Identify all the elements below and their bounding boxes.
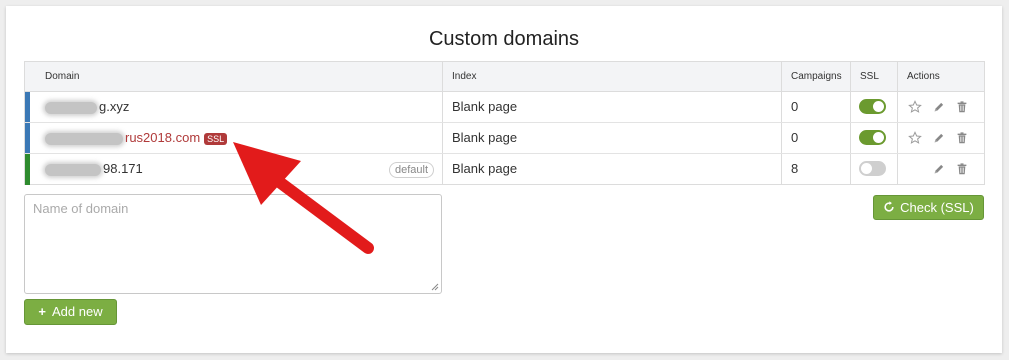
check-ssl-button[interactable]: Check (SSL) [873,195,984,220]
plus-icon: + [38,304,46,319]
page-title: Custom domains [428,28,580,50]
check-ssl-label: Check (SSL) [900,200,974,215]
ssl-toggle[interactable] [859,130,886,145]
redacted-domain-prefix [45,132,123,145]
column-header-campaigns: Campaigns [791,71,842,82]
row-status-bar [25,92,30,122]
trash-icon[interactable] [955,162,969,176]
domain-name[interactable]: 98.171 [103,161,143,176]
redacted-domain-prefix [45,101,97,114]
column-header-ssl: SSL [860,71,879,82]
index-cell: Blank page [452,99,518,114]
pencil-icon[interactable] [932,131,946,145]
table-row[interactable]: g.xyz Blank page 0 [25,92,984,123]
ssl-badge: SSL [204,132,228,145]
domain-name[interactable]: g.xyz [99,99,129,114]
annotation-arrow-icon [233,142,374,254]
add-new-button[interactable]: + Add new [24,299,117,325]
toggle-knob [873,101,884,112]
table-header: Domain Index Campaigns SSL Actions [25,62,984,92]
campaigns-cell: 0 [791,130,799,145]
refresh-icon [884,201,894,212]
row-status-bar [25,154,30,185]
table-row[interactable]: rus2018.com SSL Blank page 0 [25,123,984,154]
campaigns-cell: 0 [791,99,799,114]
star-icon[interactable] [908,131,922,145]
domain-name-placeholder: Name of domain [33,201,129,216]
index-cell: Blank page [452,161,518,176]
star-icon[interactable] [908,100,922,114]
toggle-knob [873,132,884,143]
domains-table: Domain Index Campaigns SSL Actions g.xyz… [24,61,985,185]
trash-icon[interactable] [955,131,969,145]
default-badge: default [388,162,434,178]
redacted-domain-prefix [45,163,101,176]
table-row[interactable]: 98.171 default Blank page 8 [25,154,984,185]
pencil-icon[interactable] [932,100,946,114]
toggle-knob [861,163,872,174]
add-new-label: Add new [52,304,103,319]
resize-handle-icon[interactable] [431,283,439,291]
custom-domains-panel: Custom domains Domain Index Campaigns SS… [6,6,1002,353]
column-header-index: Index [452,71,477,82]
row-status-bar [25,123,30,153]
ssl-toggle[interactable] [859,99,886,114]
pencil-icon[interactable] [932,162,946,176]
domain-cell[interactable]: g.xyz [35,92,440,122]
campaigns-cell: 8 [791,161,799,176]
domain-name[interactable]: rus2018.com [125,130,200,145]
column-header-domain: Domain [45,71,80,82]
ssl-toggle[interactable] [859,161,886,176]
trash-icon[interactable] [955,100,969,114]
index-cell: Blank page [452,130,518,145]
column-header-actions: Actions [907,71,940,82]
